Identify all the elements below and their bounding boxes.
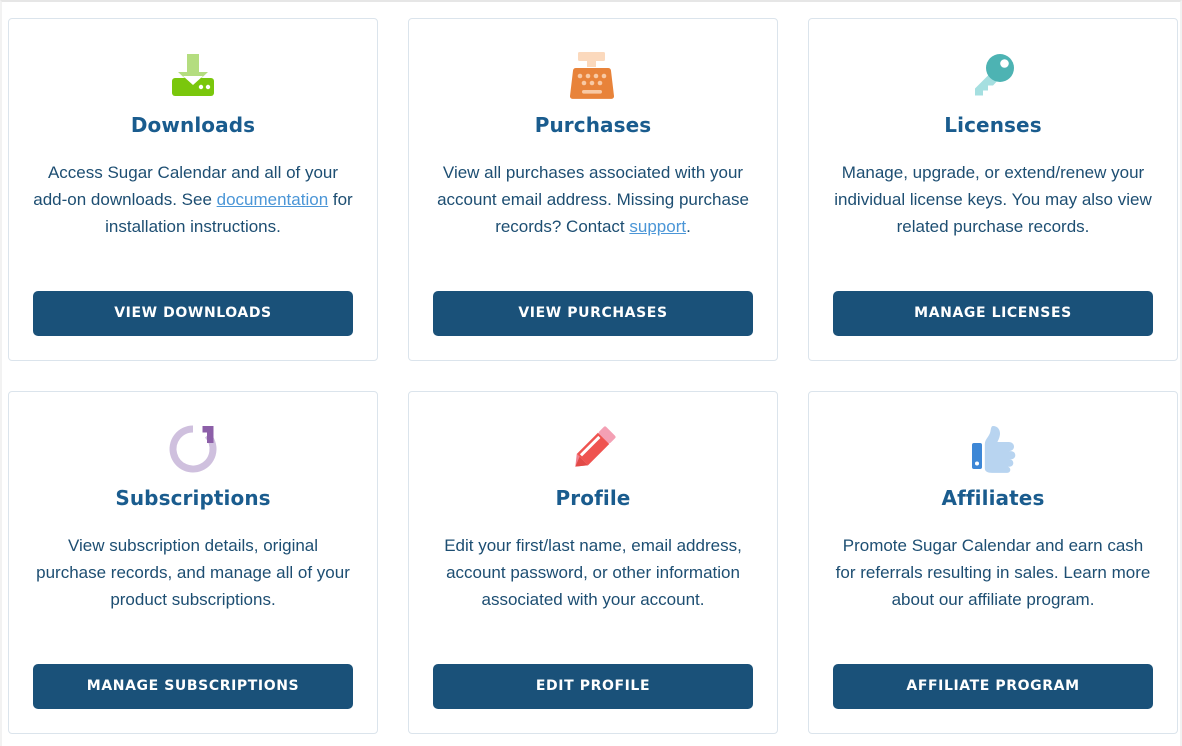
card-title: Downloads [130, 113, 256, 137]
key-icon [961, 45, 1025, 107]
card-description: Promote Sugar Calendar and earn cash for… [835, 536, 1151, 609]
card-title: Licenses [944, 113, 1042, 137]
card-profile: Profile Edit your first/last name, email… [408, 391, 778, 734]
card-description: View all purchases associated with your … [433, 159, 753, 291]
page-frame: Downloads Access Sugar Calendar and all … [0, 0, 1182, 746]
renew-arrow-icon [161, 418, 225, 480]
desc-text-after: . [686, 217, 691, 236]
card-affiliates: Affiliates Promote Sugar Calendar and ea… [808, 391, 1178, 734]
card-description: Edit your first/last name, email address… [444, 536, 742, 609]
card-description: Access Sugar Calendar and all of your ad… [33, 159, 353, 291]
card-description: Manage, upgrade, or extend/renew your in… [834, 163, 1152, 236]
affiliate-program-button[interactable]: AFFILIATE PROGRAM [833, 663, 1153, 709]
account-card-grid: Downloads Access Sugar Calendar and all … [2, 18, 1182, 734]
thumbs-up-icon [961, 418, 1025, 480]
card-title: Profile [555, 486, 631, 510]
view-downloads-button[interactable]: VIEW DOWNLOADS [33, 290, 353, 336]
desc-text-before: View all purchases associated with your … [437, 163, 749, 236]
card-licenses: Licenses Manage, upgrade, or extend/rene… [808, 18, 1178, 361]
pencil-icon [561, 418, 625, 480]
manage-licenses-button[interactable]: MANAGE LICENSES [833, 290, 1153, 336]
card-subscriptions: Subscriptions View subscription details,… [8, 391, 378, 734]
cash-register-icon [561, 45, 625, 107]
download-icon [161, 45, 225, 107]
edit-profile-button[interactable]: EDIT PROFILE [433, 663, 753, 709]
documentation-link[interactable]: documentation [217, 190, 329, 209]
card-title: Purchases [534, 113, 652, 137]
support-link[interactable]: support [629, 217, 686, 236]
manage-subscriptions-button[interactable]: MANAGE SUBSCRIPTIONS [33, 663, 353, 709]
card-title: Affiliates [941, 486, 1045, 510]
view-purchases-button[interactable]: VIEW PURCHASES [433, 290, 753, 336]
card-description: View subscription details, original purc… [36, 536, 350, 609]
card-title: Subscriptions [115, 486, 271, 510]
card-downloads: Downloads Access Sugar Calendar and all … [8, 18, 378, 361]
card-purchases: Purchases View all purchases associated … [408, 18, 778, 361]
